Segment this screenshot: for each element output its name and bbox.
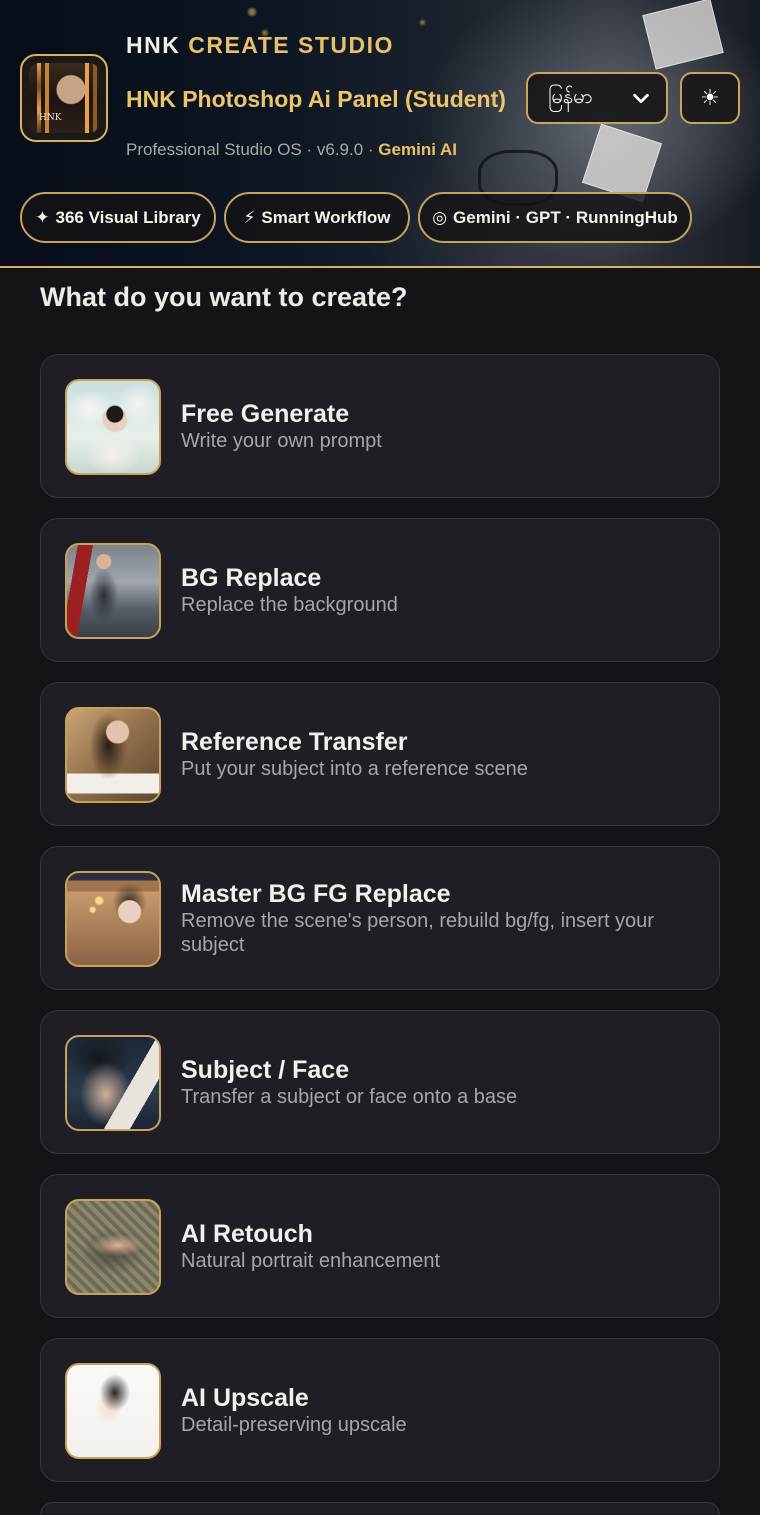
mode-title: AI Upscale: [181, 1384, 309, 1412]
mode-title: Reference Transfer: [181, 728, 408, 756]
chip-label: Smart Workflow: [261, 207, 391, 227]
bokeh-light: [420, 20, 425, 25]
logo-image: HNK: [29, 63, 99, 133]
brand-title: HNK CREATE STUDIO: [126, 32, 394, 59]
mode-card-ai-upscale[interactable]: AI Upscale Detail-preserving upscale: [40, 1338, 720, 1482]
mode-title: BG Replace: [181, 564, 322, 592]
version-text: Professional Studio OS · v6.9.0 ·: [126, 140, 379, 159]
mode-card-subject-face[interactable]: Subject / Face Transfer a subject or fac…: [40, 1010, 720, 1154]
theme-toggle-button[interactable]: ☀: [680, 72, 740, 124]
target-icon: ◎: [432, 207, 448, 227]
mode-title: AI Retouch: [181, 1220, 313, 1248]
mode-subtitle: Put your subject into a reference scene: [181, 758, 528, 780]
chevron-down-icon: [633, 93, 649, 104]
mode-subtitle: Natural portrait enhancement: [181, 1250, 441, 1272]
chip-label: Gemini · GPT · RunningHub: [453, 207, 678, 227]
language-select[interactable]: မြန်မာ: [526, 72, 668, 124]
bokeh-light: [248, 8, 256, 16]
chip-ai-providers[interactable]: ◎ Gemini · GPT · RunningHub: [418, 192, 692, 243]
mode-card-free-generate[interactable]: Free Generate Write your own prompt: [40, 354, 720, 498]
mode-card-ai-retouch[interactable]: AI Retouch Natural portrait enhancement: [40, 1174, 720, 1318]
lightning-icon: ⚡: [243, 207, 256, 227]
mode-card-reference-transfer[interactable]: Reference Transfer Put your subject into…: [40, 682, 720, 826]
mode-title: Free Generate: [181, 400, 350, 428]
mode-title: Subject / Face: [181, 1056, 350, 1084]
mode-card-bg-replace[interactable]: BG Replace Replace the background: [40, 518, 720, 662]
sun-icon: ☀: [700, 85, 720, 110]
section-title: What do you want to create?: [40, 282, 408, 312]
sparkle-icon: ✦: [35, 207, 50, 227]
chip-visual-library[interactable]: ✦ 366 Visual Library: [20, 192, 216, 243]
mode-subtitle: Write your own prompt: [181, 430, 382, 452]
mode-thumbnail: [65, 379, 161, 475]
mode-card-partial[interactable]: [40, 1502, 720, 1515]
mode-title: Master BG FG Replace: [181, 880, 451, 908]
mode-thumbnail: [65, 543, 161, 639]
app-logo[interactable]: HNK: [20, 54, 108, 142]
version-info: Professional Studio OS · v6.9.0 · Gemini…: [126, 140, 457, 160]
language-selected: မြန်မာ: [548, 86, 593, 108]
chip-smart-workflow[interactable]: ⚡ Smart Workflow: [224, 192, 410, 243]
logo-mark: HNK: [39, 113, 62, 123]
chip-label: 366 Visual Library: [55, 207, 201, 227]
app-header: HNK HNK CREATE STUDIO HNK Photoshop Ai P…: [0, 0, 760, 268]
app-title: HNK Photoshop Ai Panel (Student): [126, 86, 506, 112]
mode-thumbnail: [65, 1199, 161, 1295]
mode-thumbnail: [65, 707, 161, 803]
brand-part2: CREATE STUDIO: [188, 32, 394, 58]
mode-subtitle: Transfer a subject or face onto a base: [181, 1086, 518, 1108]
mode-subtitle: Detail-preserving upscale: [181, 1414, 407, 1436]
mode-thumbnail: [65, 1035, 161, 1131]
mode-thumbnail: [65, 871, 161, 967]
engine-label: Gemini AI: [378, 140, 458, 159]
mode-thumbnail: [65, 1363, 161, 1459]
mode-subtitle: Remove the scene's person, rebuild bg/fg…: [181, 910, 654, 956]
mode-card-master-bg-fg-replace[interactable]: Master BG FG Replace Remove the scene's …: [40, 846, 720, 990]
mode-subtitle: Replace the background: [181, 594, 398, 616]
brand-part1: HNK: [126, 32, 181, 58]
